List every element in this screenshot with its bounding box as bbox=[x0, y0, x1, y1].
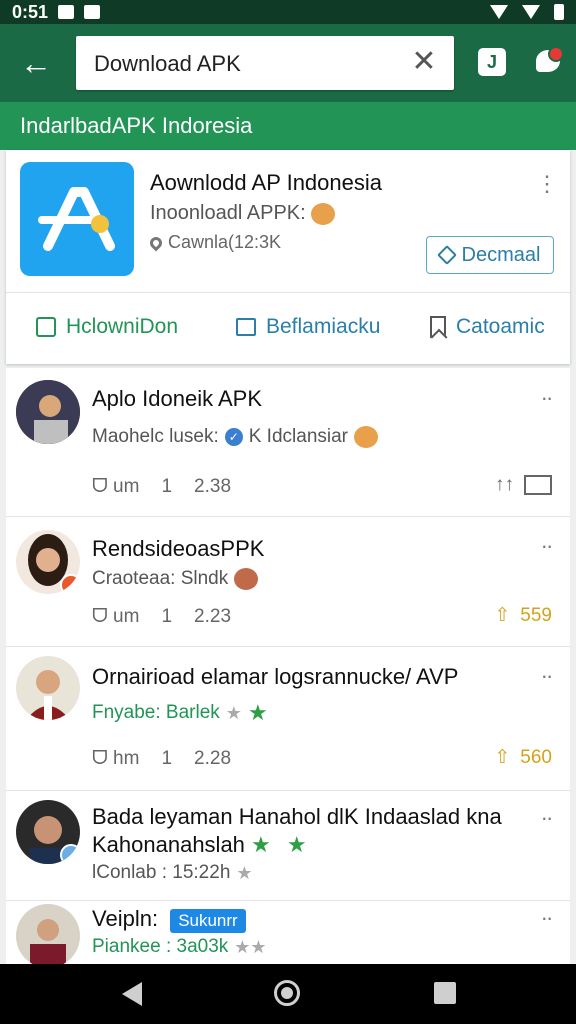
download-icon: ⇧ bbox=[494, 747, 511, 768]
share-arrow-icon[interactable]: ↑↑ bbox=[495, 474, 514, 496]
section-title: IndarlbadAPK Indoresia bbox=[0, 102, 576, 150]
search-input[interactable] bbox=[92, 36, 396, 92]
avatar[interactable] bbox=[16, 530, 80, 594]
app-subtitle: Inoonloadl APPK: bbox=[150, 202, 336, 225]
more-options-icon[interactable]: ·· bbox=[536, 534, 556, 558]
list-item[interactable]: Veipln: Sukunrr Piankee : 3a03k ★★ ·· bbox=[6, 900, 570, 964]
save-action[interactable]: Catoamic bbox=[430, 310, 545, 344]
app-card[interactable]: Aownlodd AP Indonesia Inoonloadl APPK: C… bbox=[6, 150, 570, 364]
avatar[interactable] bbox=[16, 656, 80, 720]
list-item[interactable]: RendsideoasPPK Craoteaa: Slndk ᗜ um 1 2.… bbox=[6, 516, 570, 647]
star-empty-icon: ★ bbox=[225, 702, 242, 723]
verified-check-icon: ✓ bbox=[224, 428, 243, 446]
post-feed: Aplo Idoneik APK Maohelc lusek: ✓ K Idcl… bbox=[6, 368, 570, 964]
post-stats: ᗜ hm 1 2.28 bbox=[92, 748, 232, 769]
avatar[interactable] bbox=[16, 380, 80, 444]
post-author: Piankee : 3a03k ★★ bbox=[92, 936, 267, 957]
emoji-icon bbox=[311, 202, 336, 225]
post-author: Maohelc lusek: ✓ K Idclansiar bbox=[92, 426, 379, 448]
list-item[interactable]: Ornairioad elamar logsrannucke/ AVP Fnya… bbox=[6, 646, 570, 791]
status-time: 0:51 bbox=[12, 1, 49, 22]
j-app-icon[interactable]: J bbox=[478, 48, 506, 76]
notification-icon bbox=[58, 5, 75, 19]
location-pin-icon bbox=[147, 234, 165, 251]
comment-action[interactable]: Beflamiacku bbox=[236, 310, 380, 344]
more-options-icon[interactable]: ·· bbox=[536, 664, 556, 688]
post-author: Craoteaa: Slndk bbox=[92, 568, 259, 590]
post-title-line2[interactable]: Kahonanahslah ★ ★ bbox=[92, 832, 307, 858]
post-title[interactable]: Ornairioad elamar logsrannucke/ AVP bbox=[92, 664, 458, 690]
thumbs-up-icon bbox=[36, 317, 56, 337]
comment-icon bbox=[236, 318, 256, 336]
post-stats: ᗜ um 1 2.23 bbox=[92, 606, 232, 627]
system-nav-bar bbox=[0, 964, 576, 1024]
nav-home-icon[interactable] bbox=[274, 980, 300, 1006]
download-button[interactable]: Decmaal bbox=[426, 236, 554, 274]
post-author: lConlab : 15:22h ★ bbox=[92, 862, 253, 883]
bookmark-icon bbox=[430, 316, 446, 338]
more-options-icon[interactable]: ·· bbox=[536, 906, 556, 930]
more-options-icon[interactable]: ⋮ bbox=[536, 172, 558, 196]
nav-recents-icon[interactable] bbox=[434, 982, 456, 1004]
battery-icon bbox=[554, 4, 564, 20]
app-toolbar: ← ✕ J bbox=[0, 24, 576, 102]
post-title[interactable]: Veipln: Sukunrr bbox=[92, 906, 246, 933]
star-filled-icon: ★ bbox=[286, 832, 307, 857]
list-item[interactable]: Aplo Idoneik APK Maohelc lusek: ✓ K Idcl… bbox=[6, 368, 570, 517]
post-title[interactable]: RendsideoasPPK bbox=[92, 536, 264, 562]
edit-icon bbox=[436, 245, 457, 265]
notification-bubble-icon[interactable] bbox=[536, 46, 564, 76]
list-item[interactable]: Bada leyaman Hanahol dlK Indaaslad kna K… bbox=[6, 790, 570, 901]
like-action[interactable]: HclowniDon bbox=[36, 310, 178, 344]
post-stats: ᗜ um 1 2.38 bbox=[92, 476, 232, 497]
post-title[interactable]: Bada leyaman Hanahol dlK Indaaslad kna bbox=[92, 804, 502, 830]
tag-chip[interactable]: Sukunrr bbox=[170, 909, 246, 933]
post-author: Fnyabe: Barlek ★ ★ bbox=[92, 700, 268, 725]
share-actions[interactable]: ↑↑ bbox=[495, 474, 552, 496]
clear-icon[interactable]: ✕ bbox=[408, 46, 440, 78]
post-title[interactable]: Aplo Idoneik APK bbox=[92, 386, 262, 412]
app-meta: Cawnla(12:3K bbox=[147, 232, 281, 253]
download-count: ⇧ 559 bbox=[494, 604, 552, 627]
star-filled-icon: ★ bbox=[247, 700, 268, 725]
emoji-icon bbox=[354, 426, 379, 448]
app-title: Aownlodd AP Indonesia bbox=[150, 170, 382, 195]
star-empty-icon: ★ bbox=[236, 862, 253, 883]
status-badge bbox=[60, 574, 80, 594]
more-options-icon[interactable]: ·· bbox=[536, 386, 556, 410]
media-box-icon[interactable] bbox=[524, 475, 552, 495]
download-icon: ⇧ bbox=[494, 605, 511, 626]
divider bbox=[6, 292, 570, 293]
search-box[interactable]: ✕ bbox=[76, 36, 454, 92]
emoji-icon bbox=[234, 568, 259, 590]
nav-back-icon[interactable] bbox=[122, 982, 142, 1006]
avatar[interactable] bbox=[16, 800, 80, 864]
star-empty-icon: ★★ bbox=[234, 936, 267, 957]
notification-dot bbox=[548, 46, 564, 62]
download-count: ⇧ 560 bbox=[494, 746, 552, 769]
app-logo-icon[interactable] bbox=[20, 162, 134, 276]
back-arrow-icon[interactable]: ← bbox=[18, 46, 54, 82]
status-bar: 0:51 bbox=[0, 0, 576, 24]
photo-icon bbox=[84, 5, 101, 19]
more-options-icon[interactable]: ·· bbox=[536, 806, 556, 830]
status-icons bbox=[490, 4, 564, 20]
star-filled-icon: ★ bbox=[251, 832, 271, 857]
wifi-icon bbox=[490, 5, 508, 19]
status-badge bbox=[60, 844, 80, 864]
signal-icon bbox=[522, 5, 540, 19]
avatar[interactable] bbox=[16, 904, 80, 964]
